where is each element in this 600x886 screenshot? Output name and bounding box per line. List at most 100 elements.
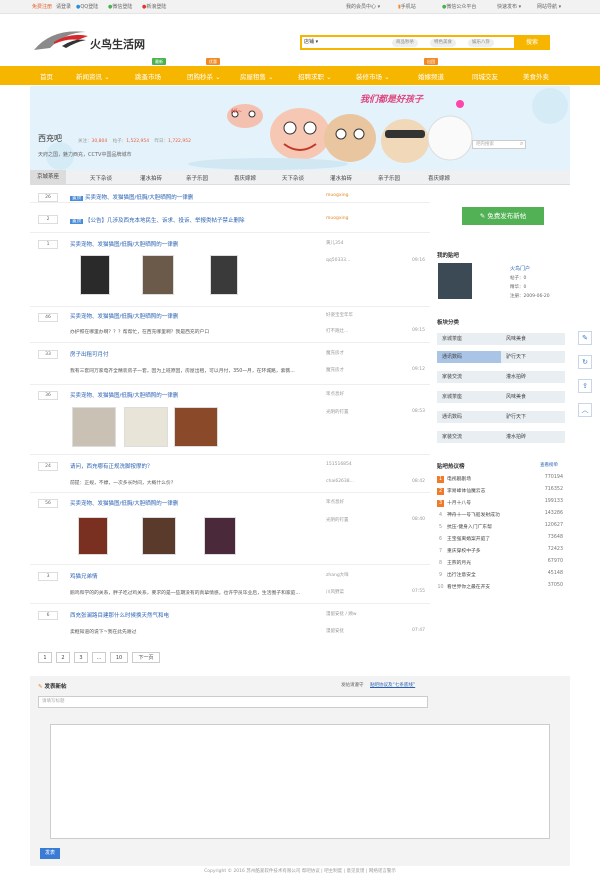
thread-image[interactable] — [210, 255, 238, 295]
nav-item-house[interactable]: 房屋租售 ⌄ — [240, 71, 274, 81]
last-reply-author[interactable]: chai62638... — [326, 479, 354, 484]
thread-title[interactable]: 西充张澜路目建那什么时候换天然气和电 — [70, 611, 169, 619]
refresh-icon[interactable]: ↻ — [578, 355, 592, 369]
nav-item-market[interactable]: 跳蚤市场 — [135, 71, 161, 81]
board-button[interactable]: 京城茶座 — [437, 333, 501, 345]
board-button[interactable]: 驴行天下 — [501, 351, 565, 363]
board-button[interactable]: 驴行天下 — [501, 411, 565, 423]
search-button[interactable]: 搜索 — [514, 35, 550, 50]
table-row[interactable]: 56 买卖宠物、发猫猫图/低胸/大胆晒照的一律删 笨点息好 光阴的钉置 08:4… — [30, 495, 430, 565]
search-icon[interactable]: ⌕ — [520, 140, 523, 148]
last-reply-author[interactable]: 光阴的钉置 — [326, 409, 349, 415]
quick-publish-menu[interactable]: 快速发布 ▾ — [497, 3, 521, 10]
content-textarea[interactable] — [50, 724, 550, 839]
thread-author[interactable]: muogxing — [326, 216, 348, 221]
user-name[interactable]: 火鸟门户 — [510, 265, 530, 272]
thread-title[interactable]: 买卖宠物、发猫猫图/低胸/大胆晒照的一律删 — [70, 391, 178, 399]
tab-7[interactable]: 亲子乐园 — [378, 174, 400, 182]
hot-item[interactable]: 1 电视剧剧场 770194 — [437, 475, 563, 483]
thread-author[interactable]: 黄儿354 — [326, 240, 344, 246]
page-link[interactable]: 3 — [74, 652, 88, 663]
login-link[interactable]: 请登录 — [56, 3, 71, 10]
thread-image[interactable] — [174, 407, 218, 447]
thread-title[interactable]: 鸡猫兄弟情 — [70, 572, 98, 580]
hot-item[interactable]: 7 重庆穿校中子多 72423 — [437, 547, 563, 555]
table-row[interactable]: 33 房子出租可月付 我有三套同万家电齐全精装房子一套，因为上班原因，房屋出租，… — [30, 345, 430, 385]
tab-6[interactable]: 灌水拍砖 — [330, 174, 352, 182]
thread-author[interactable]: 漫留安抚 / 顾w — [326, 611, 357, 617]
page-link[interactable]: 1 — [38, 652, 52, 663]
agreement-link[interactable]: 贴吧协议及“七条底线” — [370, 682, 415, 688]
thread-image[interactable] — [124, 407, 168, 447]
nav-item-wedding[interactable]: 婚嫁频道 — [418, 71, 444, 81]
last-reply-author[interactable]: 魔充房才 — [326, 367, 344, 373]
last-reply-author[interactable]: 川风野菜 — [326, 589, 344, 595]
nav-item-home[interactable]: 首页 — [40, 71, 53, 81]
thread-title[interactable]: 房子出租可月付 — [70, 350, 109, 358]
board-button[interactable]: 家装交流 — [437, 371, 501, 383]
hot-item[interactable]: 2 李易峰体仙魔云志 716352 — [437, 487, 563, 495]
title-input[interactable]: 请填写标题 — [38, 696, 428, 708]
thread-image[interactable] — [204, 517, 236, 555]
tab-2[interactable]: 灌水拍砖 — [140, 174, 162, 182]
board-button[interactable]: 通讯数码 — [437, 411, 501, 423]
tab-0[interactable]: 京城茶座 — [30, 170, 67, 185]
thread-author[interactable]: 笨点息好 — [326, 499, 344, 505]
hot-item[interactable]: 10 看世界你之最在开支 37050 — [437, 583, 563, 591]
edit-icon[interactable]: ✎ — [578, 331, 592, 345]
table-row[interactable]: 36 买卖宠物、发猫猫图/低胸/大胆晒照的一律删 笨点息好 光阴的钉置 08:5… — [30, 387, 430, 455]
table-row[interactable]: 2 置顶 【公告】几涉及西充本地民生、诉求、投诉、举报类帖子禁止删除 muogxi… — [30, 213, 430, 233]
hot-item[interactable]: 6 王宝强离婚案开庭了 73648 — [437, 535, 563, 543]
thread-author[interactable]: muogxing — [326, 193, 348, 198]
next-page-button[interactable]: 下一页 — [132, 652, 160, 663]
weibo-login-link[interactable]: ●新浪登陆 — [142, 3, 166, 10]
mobile-link[interactable]: ▮手机站 — [398, 3, 416, 10]
board-button[interactable]: 风味美食 — [501, 333, 565, 345]
back-to-top-icon[interactable]: ︿ — [578, 403, 592, 417]
tab-5[interactable]: 天下杂谈 — [282, 174, 304, 182]
weixin-login-link[interactable]: ●微信登陆 — [108, 3, 132, 10]
board-button[interactable]: 灌水拍砖 — [501, 431, 565, 443]
search-tag[interactable]: 娱乐八卦 — [468, 39, 494, 47]
table-row[interactable]: 24 请问，西充哪有正规洗脚按摩的？ 前提：正规，不嫖，一次多长时间，大概什么价… — [30, 457, 430, 493]
table-row[interactable]: 46 买卖宠物、发猫猫图/低胸/大胆晒照的一律删 办护照在哪里办啊？？？帮帮忙，… — [30, 308, 430, 343]
forum-search-input[interactable]: 吧内搜索 — [472, 140, 526, 149]
thread-title[interactable]: 买卖宠物、发猫猫图/低胸/大胆晒照的一律删 — [70, 240, 178, 248]
thread-title[interactable]: 买卖宠物、发猫猫图/低胸/大胆晒照的一律删 — [70, 312, 178, 320]
last-reply-author[interactable]: 漫留安抚 — [326, 628, 344, 634]
table-row[interactable]: 1 买卖宠物、发猫猫图/低胸/大胆晒照的一律删 黄儿354 qq50333...… — [30, 235, 430, 307]
thread-image[interactable] — [142, 517, 176, 555]
hot-item[interactable]: 5 抗压-健身入门广东帮 120627 — [437, 523, 563, 531]
tab-8[interactable]: 喜庆嫁嫁 — [428, 174, 450, 182]
register-link[interactable]: 免费注册 — [32, 3, 52, 10]
qq-login-link[interactable]: ●QQ登陆 — [76, 3, 98, 10]
avatar[interactable] — [438, 263, 472, 299]
table-row[interactable]: 6 西充张澜路目建那什么时候换天然气和电 卖框知道的说下~我在此先谢过 漫留安抚… — [30, 606, 430, 644]
nav-item-jobs[interactable]: 招聘求职 ⌄ — [298, 71, 332, 81]
member-center-menu[interactable]: 我的会员中心 ▾ — [346, 3, 380, 10]
search-tag[interactable]: 商品秒杀 — [392, 39, 418, 47]
thread-image[interactable] — [72, 407, 116, 447]
board-button[interactable]: 风味美食 — [501, 391, 565, 403]
nav-item-dating[interactable]: 同城交友 — [472, 71, 498, 81]
site-nav-menu[interactable]: 网站导航 ▾ — [537, 3, 561, 10]
search-tag[interactable]: 特色美食 — [430, 39, 456, 47]
hot-more-link[interactable]: 查看榜单 — [540, 462, 558, 468]
thread-author[interactable]: zhang大咩 — [326, 572, 349, 578]
tab-4[interactable]: 喜庆嫁嫁 — [234, 174, 256, 182]
page-link[interactable]: 2 — [56, 652, 70, 663]
page-link[interactable]: 10 — [110, 652, 128, 663]
thread-author[interactable]: 151516854 — [326, 462, 352, 467]
nav-item-food[interactable]: 美食外卖 — [523, 71, 549, 81]
board-button[interactable]: 通讯数码 — [437, 351, 501, 363]
hot-item[interactable]: 4 神舟十一号飞船发射成功 143286 — [437, 511, 563, 519]
thread-author[interactable]: 笨点息好 — [326, 391, 344, 397]
hot-item[interactable]: 3 十月十八号 199133 — [437, 499, 563, 507]
board-button[interactable]: 京城茶座 — [437, 391, 501, 403]
nav-item-groupbuy[interactable]: 团购秒杀 ⌄ — [187, 71, 221, 81]
new-post-button[interactable]: ✎ 免费发布新帖 — [462, 207, 544, 225]
share-icon[interactable]: ⇪ — [578, 379, 592, 393]
thread-image[interactable] — [78, 517, 108, 555]
thread-author[interactable]: 魔充房才 — [326, 350, 344, 356]
board-button[interactable]: 灌水拍砖 — [501, 371, 565, 383]
